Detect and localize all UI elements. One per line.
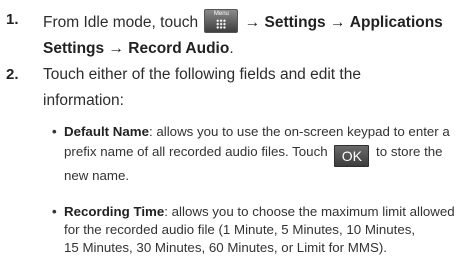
item-line: Default Name: allows you to use the on-s… — [64, 123, 464, 141]
step-text: Touch either of the following fields and… — [43, 64, 464, 112]
bullet-dot: • — [52, 204, 57, 219]
field-term: Default Name — [64, 124, 149, 139]
menu-path-settings: Settings — [264, 14, 326, 31]
ok-button: OK — [334, 145, 370, 167]
field-description: : allows you to choose the maximum limit… — [164, 204, 455, 219]
item-text: Recording Time: allows you to choose the… — [64, 203, 464, 257]
period: . — [229, 40, 234, 57]
field-term: Recording Time — [64, 204, 165, 219]
step-line: From Idle mode, touch Menu → Settings → … — [43, 9, 464, 34]
step-intro: From Idle mode, touch — [43, 14, 199, 31]
menu-path-applications-cont: Settings — [43, 40, 105, 57]
field-description: prefix name of all recorded audio files.… — [64, 144, 328, 159]
bullet-dot: • — [52, 124, 57, 139]
arrow: → — [108, 40, 124, 57]
step-number: 1. — [6, 11, 19, 28]
item-line: 15 Minutes, 30 Minutes, 60 Minutes, or L… — [64, 240, 387, 255]
item-line: Recording Time: allows you to choose the… — [64, 203, 464, 221]
item-line: prefix name of all recorded audio files.… — [64, 143, 464, 167]
item-line: new name. — [64, 168, 130, 183]
field-description: : allows you to use the on-screen keypad… — [148, 124, 450, 139]
step-line: information: — [43, 92, 124, 109]
menu-key-icon: Menu — [204, 9, 239, 33]
item-text: Default Name: allows you to use the on-s… — [64, 123, 464, 185]
menu-key-label: Menu — [213, 11, 229, 17]
field-description: to store the — [376, 144, 443, 159]
menu-path-record-audio: Record Audio — [128, 40, 230, 57]
step-line: Touch either of the following fields and… — [43, 66, 361, 83]
menu-grid-icon — [216, 19, 227, 29]
step-text: From Idle mode, touch Menu → Settings → … — [43, 9, 464, 60]
item-line: for the recorded audio file (1 Minute, 5… — [64, 222, 416, 237]
arrow: → — [244, 14, 261, 31]
arrow: → — [329, 14, 346, 31]
menu-path-applications: Applications — [349, 14, 443, 31]
step-line: Settings → Record Audio. — [43, 38, 464, 60]
step-number: 2. — [6, 66, 19, 83]
